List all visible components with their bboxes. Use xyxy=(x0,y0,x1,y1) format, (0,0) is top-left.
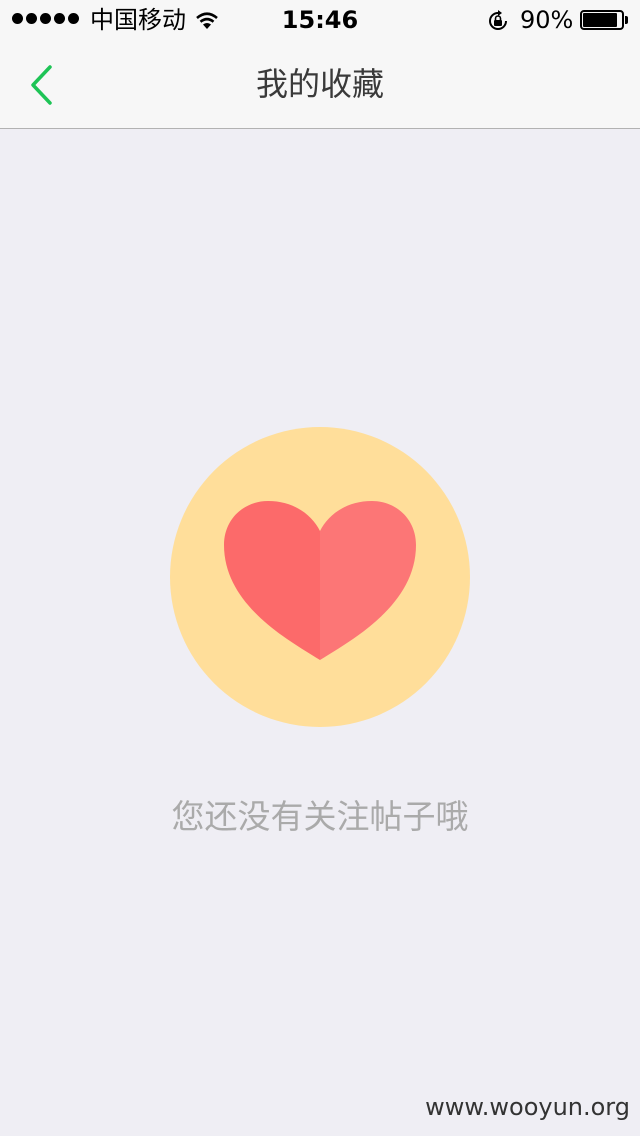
empty-state-message: 您还没有关注帖子哦 xyxy=(171,797,469,836)
nav-bar: 我的收藏 xyxy=(0,40,640,129)
battery-icon xyxy=(580,10,628,30)
empty-state: 您还没有关注帖子哦 xyxy=(0,129,640,1136)
battery-percent: 90% xyxy=(520,6,574,34)
status-bar: 中国移动 15:46 90% xyxy=(0,0,640,40)
page-title: 我的收藏 xyxy=(255,65,384,103)
rotation-lock-icon xyxy=(489,10,507,30)
heart-icon xyxy=(170,427,470,727)
watermark: www.wooyun.org xyxy=(425,1093,630,1121)
